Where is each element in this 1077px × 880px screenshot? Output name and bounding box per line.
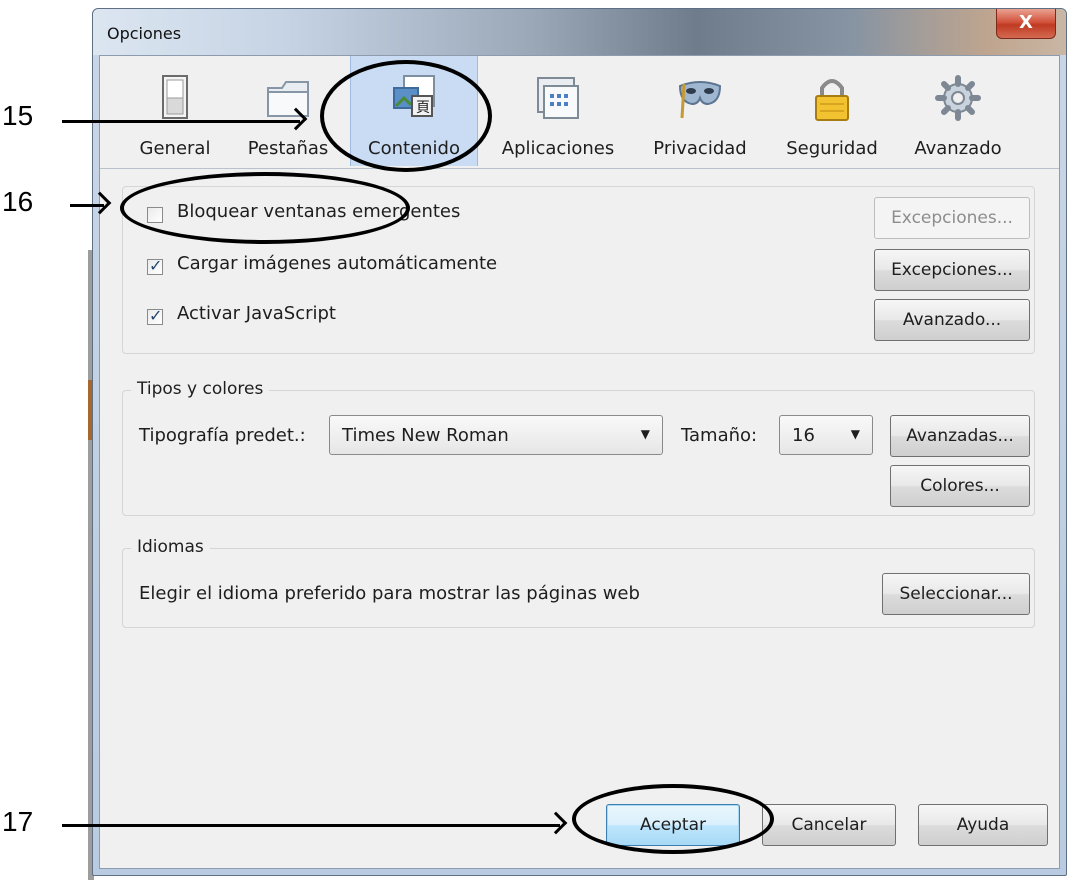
default-font-label: Tipografía predet.: [139,425,306,446]
tab-label: Privacidad [653,138,747,159]
load-images-label: Cargar imágenes automáticamente [177,253,498,274]
options-dialog: Opciones X General Pestañas 頁 Contenido … [92,8,1067,876]
font-size-label: Tamaño: [681,425,758,446]
enable-javascript-label: Activar JavaScript [177,303,336,324]
tab-label: Aplicaciones [501,138,615,159]
javascript-advanced-button[interactable]: Avanzado... [874,299,1030,341]
annotation-circle-aceptar [572,784,774,854]
annotation-16: 16 [2,186,34,217]
close-button[interactable]: X [996,9,1056,39]
tab-label: General [139,138,211,159]
chevron-down-icon: ▼ [850,427,860,441]
load-images-checkbox[interactable]: ✓ [147,256,163,275]
default-font-value: Times New Roman [342,425,509,446]
check-icon: ✓ [149,256,163,275]
cancel-button[interactable]: Cancelar [762,804,896,846]
applications-window-icon [537,77,579,119]
annotation-arrow-16 [70,191,112,215]
font-size-select[interactable]: 16 ▼ [779,415,873,455]
choose-language-button[interactable]: Seleccionar... [882,573,1030,615]
security-lock-icon [815,79,849,121]
tab-label: Avanzado [914,138,1002,159]
languages-legend: Idiomas [131,537,210,557]
annotation-15: 15 [2,100,34,131]
popups-exceptions-button[interactable]: Excepciones... [874,197,1030,239]
tab-avanzado[interactable]: Avanzado [906,56,1010,166]
fonts-advanced-button[interactable]: Avanzadas... [890,415,1030,457]
tab-aplicaciones[interactable]: Aplicaciones [488,56,628,166]
annotation-arrow-15 [62,107,308,131]
default-font-select[interactable]: Times New Roman ▼ [329,415,663,455]
annotation-arrow-17 [62,811,568,835]
tab-general[interactable]: General [130,56,220,166]
annotation-17: 17 [2,806,34,837]
font-size-value: 16 [792,425,815,446]
chevron-down-icon: ▼ [640,427,650,441]
languages-description: Elegir el idioma preferido para mostrar … [139,583,640,604]
help-button[interactable]: Ayuda [918,804,1048,846]
fonts-colors-group: Tipos y colores Tipografía predet.: Time… [122,379,1035,516]
languages-group: Idiomas Elegir el idioma preferido para … [122,537,1035,628]
tab-label: Pestañas [247,138,329,159]
advanced-gear-icon [935,75,981,121]
annotation-circle-popups [120,172,410,244]
tab-seguridad[interactable]: Seguridad [780,56,884,166]
window-title: Opciones [107,24,182,43]
close-icon: X [1019,12,1033,33]
privacy-mask-icon [678,81,722,119]
enable-javascript-checkbox[interactable]: ✓ [147,306,163,325]
images-exceptions-button[interactable]: Excepciones... [874,249,1030,291]
general-switch-icon [162,75,188,119]
tab-privacidad[interactable]: Privacidad [644,56,756,166]
category-toolbar: General Pestañas 頁 Contenido Aplicacione… [100,56,1059,169]
annotation-circle-contenido [320,60,492,172]
check-icon: ✓ [149,306,163,325]
title-bar: Opciones X [93,9,1066,55]
colors-button[interactable]: Colores... [890,465,1030,507]
fonts-colors-legend: Tipos y colores [131,379,270,399]
tab-label: Seguridad [786,138,878,159]
